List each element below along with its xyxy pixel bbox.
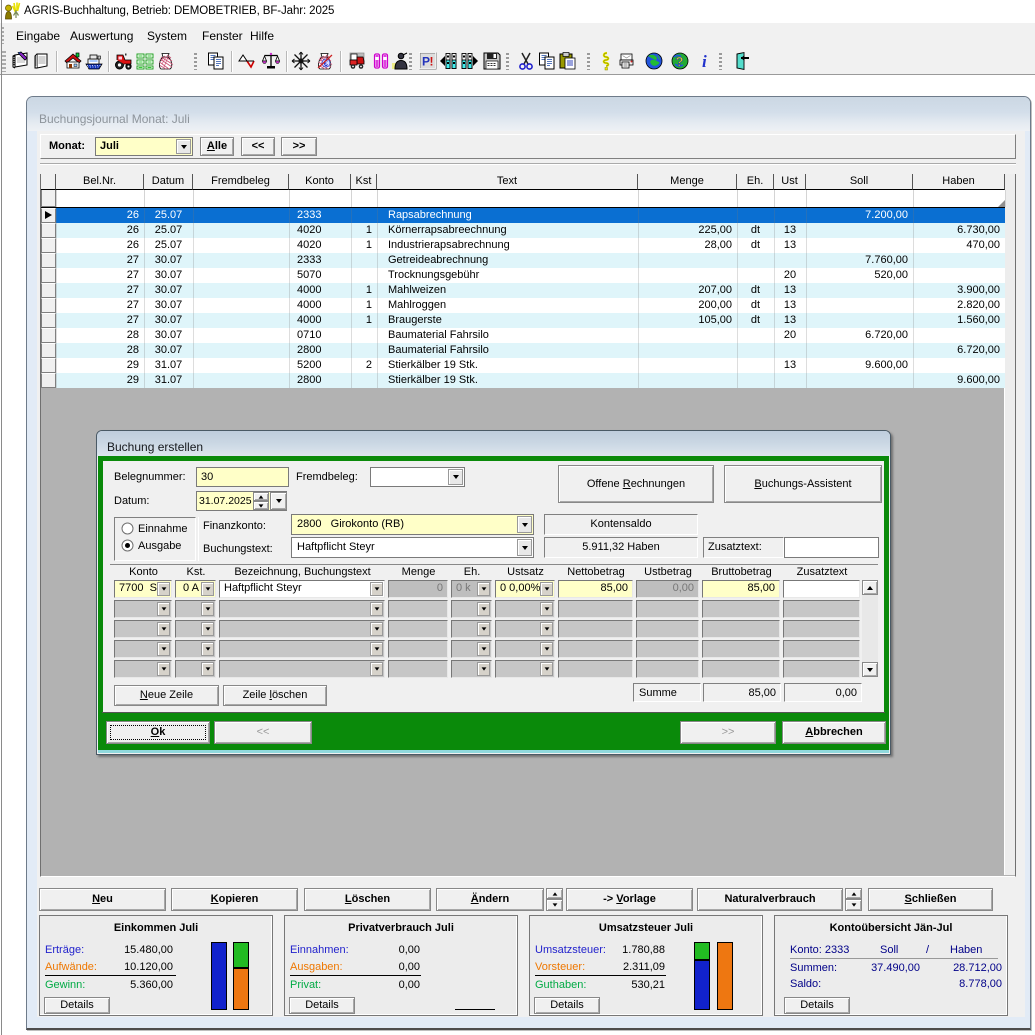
svg-text:i: i xyxy=(702,52,707,71)
svg-text:!: ! xyxy=(430,55,434,69)
svg-text:?: ? xyxy=(676,54,684,69)
